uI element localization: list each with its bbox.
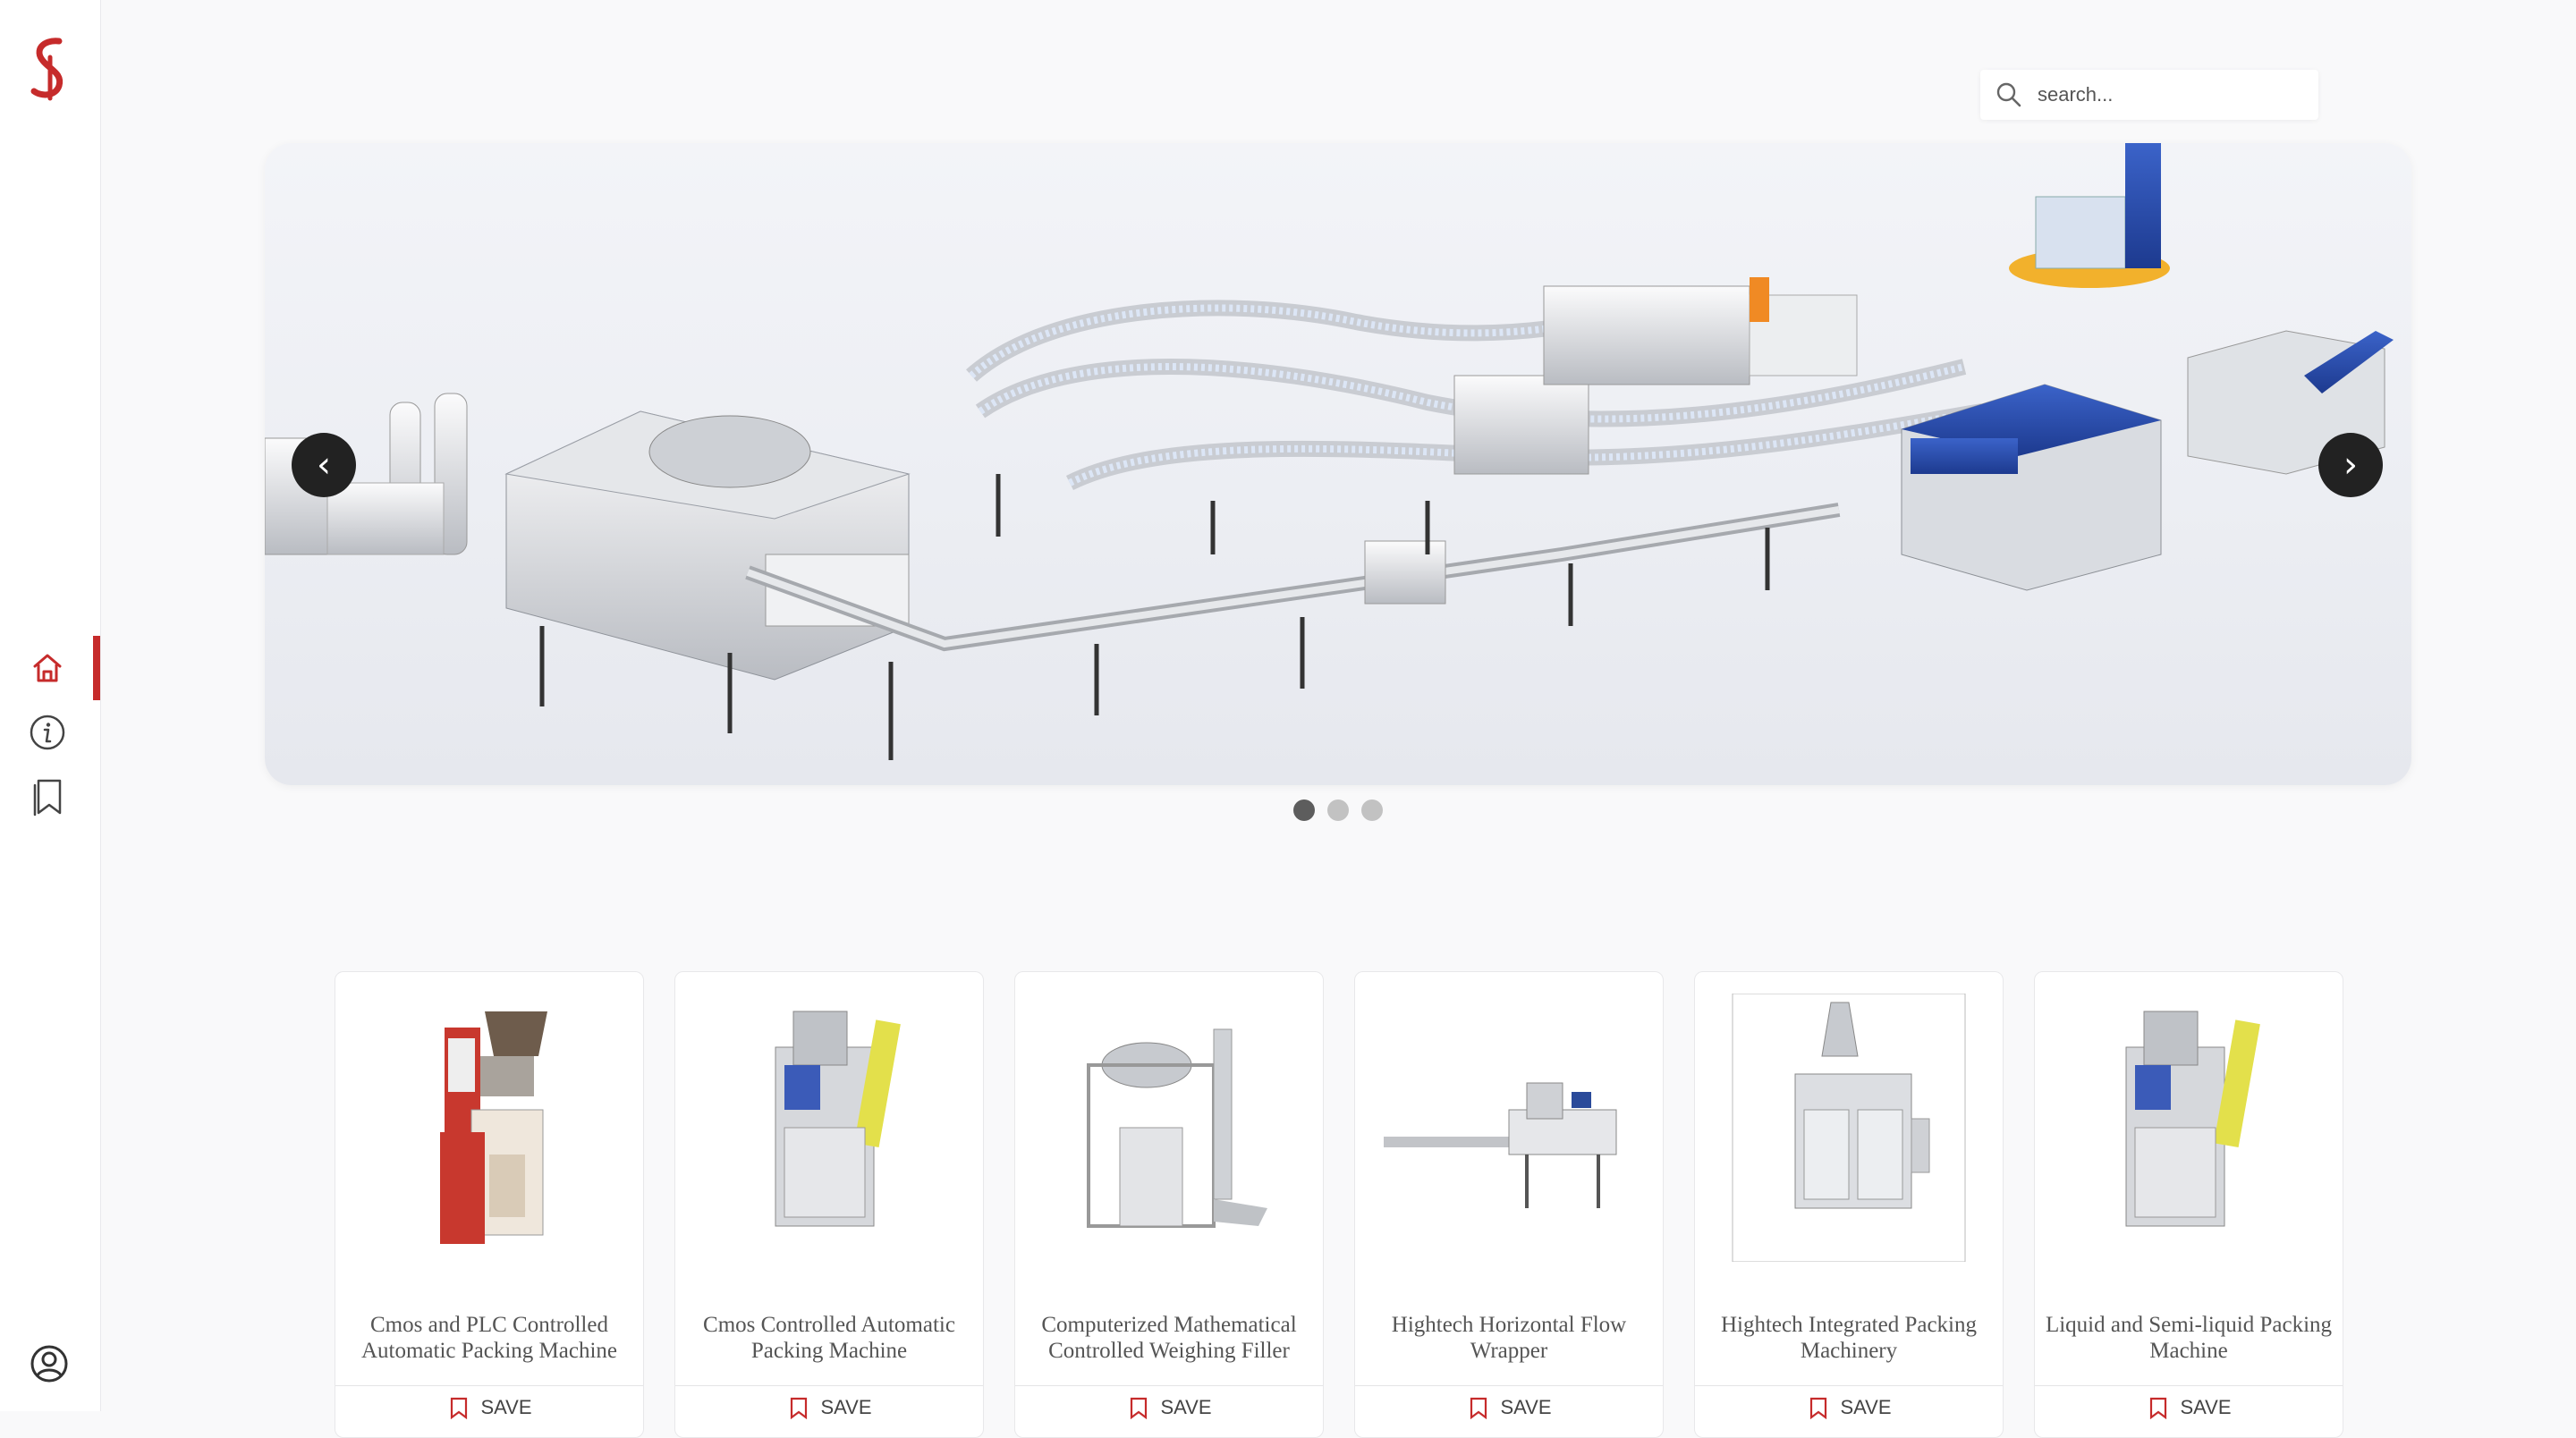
divider	[675, 1385, 983, 1386]
product-title: Cmos and PLC Controlled Automatic Packin…	[360, 1313, 618, 1363]
save-label: SAVE	[1840, 1396, 1892, 1418]
hero-carousel: ‹ ›	[265, 143, 2411, 785]
save-button[interactable]: SAVE	[1695, 1396, 2003, 1419]
product-card[interactable]: Cmos Controlled Automatic Packing Machin…	[674, 971, 984, 1438]
user-circle-icon	[30, 1345, 68, 1383]
bookmark-icon	[1470, 1397, 1487, 1419]
sidebar	[0, 0, 101, 1411]
search-icon[interactable]	[1993, 79, 2025, 111]
bookmark-icon	[1131, 1397, 1148, 1419]
search-input[interactable]	[2036, 76, 2308, 114]
bookmark-icon	[1810, 1397, 1827, 1419]
profile-button[interactable]	[27, 1341, 72, 1386]
product-title: Hightech Horizontal Flow Wrapper	[1391, 1313, 1627, 1363]
save-label: SAVE	[1160, 1396, 1212, 1418]
divider	[1355, 1385, 1663, 1386]
product-image	[2125, 1011, 2260, 1227]
product-image	[1732, 994, 1966, 1262]
divider	[1015, 1385, 1323, 1386]
carousel-dot[interactable]	[1293, 799, 1315, 821]
chevron-right-icon: ›	[2343, 444, 2358, 486]
save-label: SAVE	[480, 1396, 532, 1418]
save-button[interactable]: SAVE	[1015, 1396, 1323, 1419]
carousel-dot[interactable]	[1327, 799, 1349, 821]
product-title: Computerized Mathematical Controlled Wei…	[1041, 1313, 1297, 1363]
bookmark-icon	[791, 1397, 808, 1419]
active-nav-indicator	[93, 636, 100, 700]
product-image	[440, 1011, 547, 1244]
product-card[interactable]: Cmos and PLC Controlled Automatic Packin…	[335, 971, 644, 1438]
save-label: SAVE	[2180, 1396, 2232, 1418]
divider	[335, 1385, 643, 1386]
product-title: Cmos Controlled Automatic Packing Machin…	[703, 1313, 955, 1363]
hero-slide-image	[265, 143, 2394, 760]
sidebar-item-home[interactable]	[25, 646, 70, 690]
bookmark-icon	[33, 779, 62, 816]
carousel-dot[interactable]	[1361, 799, 1383, 821]
product-card[interactable]: Liquid and Semi-liquid Packing Machine S…	[2034, 971, 2343, 1438]
product-title: Hightech Integrated Packing Machinery	[1720, 1313, 1977, 1363]
bookmark-icon	[2150, 1397, 2167, 1419]
product-card[interactable]: Computerized Mathematical Controlled Wei…	[1014, 971, 1324, 1438]
sidebar-item-saved[interactable]	[25, 774, 70, 819]
search-bar	[1980, 70, 2318, 120]
product-card[interactable]: Hightech Horizontal Flow Wrapper SAVE	[1354, 971, 1664, 1438]
save-button[interactable]: SAVE	[335, 1396, 643, 1419]
save-label: SAVE	[1500, 1396, 1552, 1418]
product-image	[1087, 1028, 1267, 1228]
bookmark-icon	[451, 1397, 468, 1419]
save-label: SAVE	[820, 1396, 872, 1418]
divider	[1695, 1385, 2003, 1386]
divider	[2035, 1385, 2343, 1386]
brand-logo[interactable]	[23, 32, 77, 104]
product-card[interactable]: Hightech Integrated Packing Machinery SA…	[1694, 971, 2004, 1438]
carousel-dots	[1293, 799, 1383, 821]
product-image	[775, 1011, 901, 1227]
home-icon	[33, 654, 62, 682]
chevron-left-icon: ‹	[317, 444, 331, 486]
sidebar-item-info[interactable]	[25, 710, 70, 755]
product-image	[1384, 1082, 1617, 1208]
product-title: Liquid and Semi-liquid Packing Machine	[2045, 1313, 2333, 1363]
carousel-prev-button[interactable]: ‹	[292, 433, 356, 497]
save-button[interactable]: SAVE	[1355, 1396, 1663, 1419]
save-button[interactable]: SAVE	[2035, 1396, 2343, 1419]
carousel-next-button[interactable]: ›	[2318, 433, 2383, 497]
save-button[interactable]: SAVE	[675, 1396, 983, 1419]
info-icon	[30, 715, 65, 750]
